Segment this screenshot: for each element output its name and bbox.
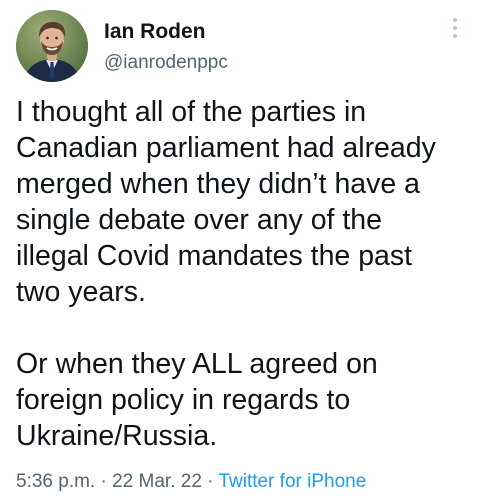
tweet-metadata: 5:36 p.m. · 22 Mar. 22 · Twitter for iPh… [16, 471, 366, 493]
author-name[interactable]: Ian Roden [104, 20, 206, 44]
avatar[interactable] [16, 10, 88, 82]
ellipsis-dot [453, 18, 457, 22]
vertical-ellipsis-icon[interactable] [450, 18, 460, 42]
tweet-paragraph: Or when they ALL agreed on foreign polic… [16, 348, 378, 452]
meta-separator: · [207, 471, 214, 492]
tweet-text: I thought all of the parties in Canadian… [16, 94, 470, 454]
ellipsis-dot [453, 34, 457, 38]
ellipsis-dot [453, 26, 457, 30]
tweet-source-link[interactable]: Twitter for iPhone [218, 471, 366, 492]
tweet-date[interactable]: 22 Mar. 22 [112, 471, 202, 492]
tweet-time[interactable]: 5:36 p.m. [16, 471, 95, 492]
author-handle[interactable]: @ianrodenppc [104, 52, 228, 74]
tweet-paragraph: I thought all of the parties in Canadian… [16, 96, 436, 308]
profile-photo-icon [16, 10, 88, 82]
meta-separator: · [100, 471, 107, 492]
tweet-card: Ian Roden @ianrodenppc I thought all of … [0, 0, 478, 500]
